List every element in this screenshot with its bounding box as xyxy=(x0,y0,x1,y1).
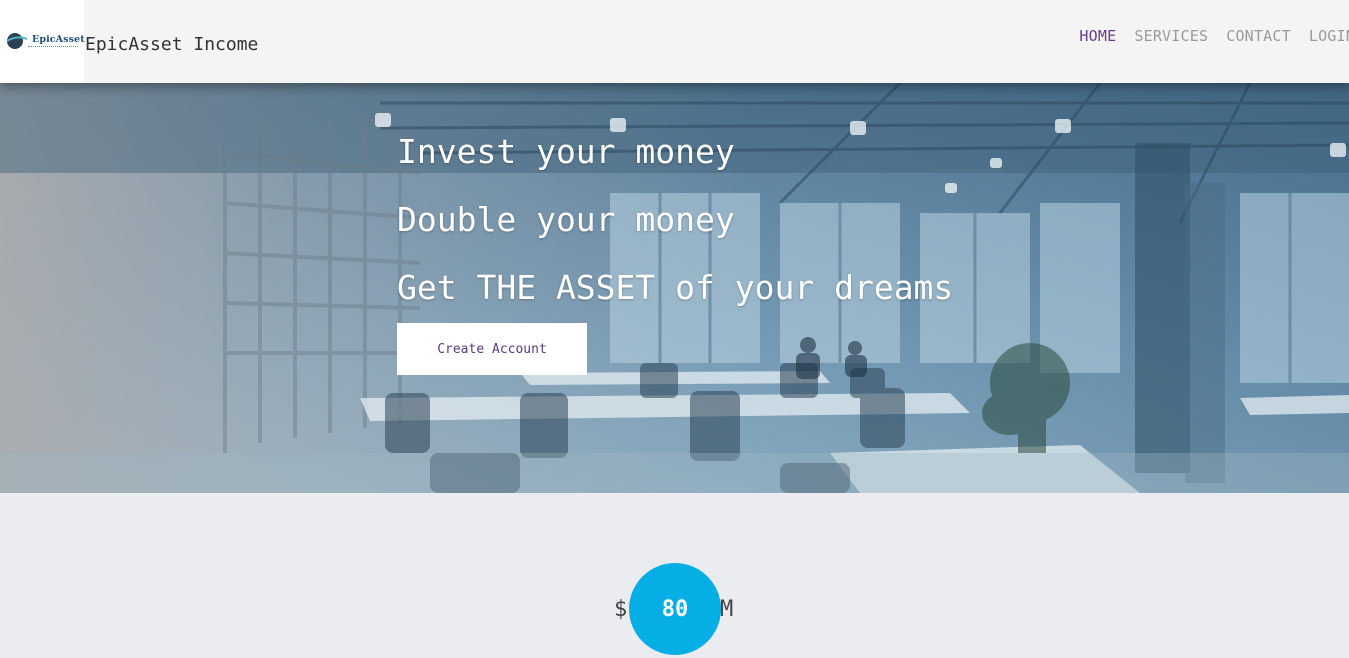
hero-line-invest: Invest your money xyxy=(397,132,735,171)
nav-contact[interactable]: CONTACT xyxy=(1226,27,1291,45)
logo-tagline xyxy=(28,46,78,49)
nav-home[interactable]: HOME xyxy=(1079,27,1116,45)
site-header: EpicAsset EpicAsset Income HOME SERVICES… xyxy=(0,0,1349,83)
stat-value: 80 xyxy=(661,596,689,622)
nav-services[interactable]: SERVICES xyxy=(1134,27,1208,45)
hero-headline: Invest your money Double your money Get … xyxy=(397,135,953,304)
logo-text: EpicAsset xyxy=(32,34,85,45)
hero-line-double: Double your money xyxy=(397,200,735,239)
nav-login[interactable]: LOGIN xyxy=(1309,27,1349,45)
stat-suffix: M xyxy=(720,597,734,622)
create-account-button[interactable]: Create Account xyxy=(397,323,587,375)
hero-banner: Invest your money Double your money Get … xyxy=(0,83,1349,493)
stat-counter-badge: 80 xyxy=(629,563,721,655)
stats-section: $ 80 M xyxy=(0,493,1349,658)
logo[interactable]: EpicAsset xyxy=(0,0,85,83)
hero-line-asset: Get THE ASSET of your dreams xyxy=(397,268,954,307)
globe-logo-icon xyxy=(6,33,28,49)
main-nav: HOME SERVICES CONTACT LOGIN xyxy=(1079,27,1349,45)
stat-prefix: $ xyxy=(614,597,628,622)
brand-name[interactable]: EpicAsset Income xyxy=(85,34,258,55)
